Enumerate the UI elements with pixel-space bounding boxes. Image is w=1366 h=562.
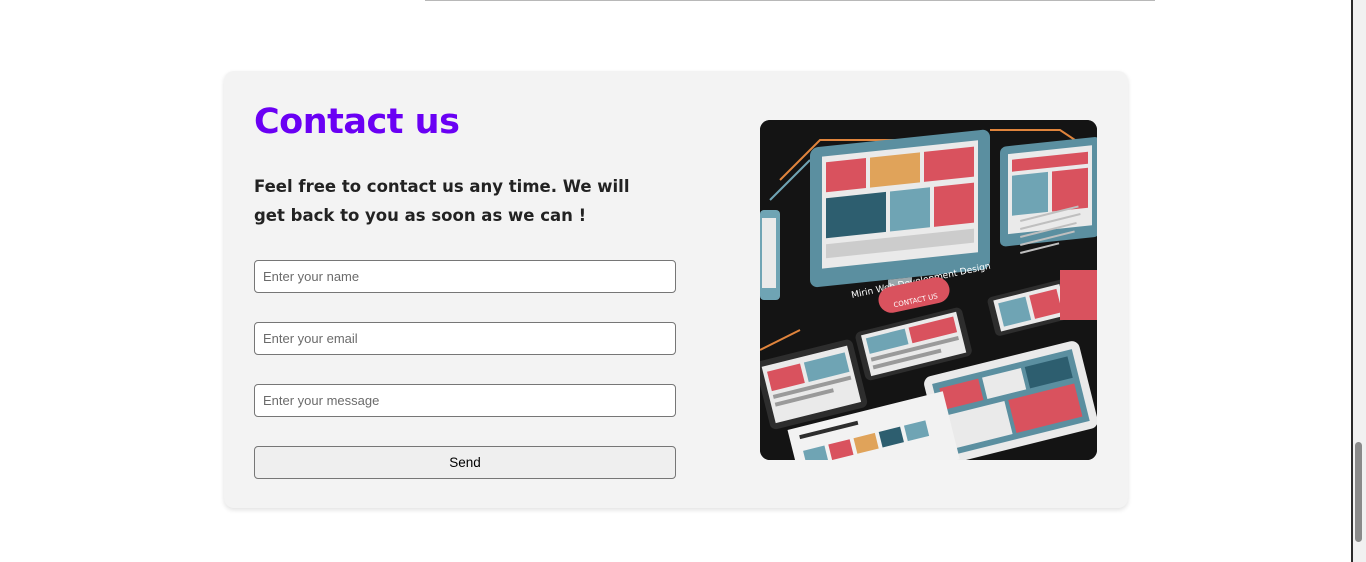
contact-card: Contact us Feel free to contact us any t… bbox=[224, 71, 1128, 508]
page-scrollbar[interactable] bbox=[1351, 0, 1366, 562]
web-design-illustration: Mirin Web Development Design CONTACT US bbox=[760, 120, 1097, 460]
contact-subtitle: Feel free to contact us any time. We wil… bbox=[254, 177, 630, 225]
name-input[interactable] bbox=[254, 260, 676, 293]
email-input[interactable] bbox=[254, 322, 676, 355]
message-input[interactable] bbox=[254, 384, 676, 417]
scrollbar-edge bbox=[1351, 0, 1353, 562]
scrollbar-thumb[interactable] bbox=[1355, 442, 1362, 542]
page-title: Contact us bbox=[254, 102, 460, 142]
top-divider bbox=[425, 0, 1155, 1]
send-button[interactable]: Send bbox=[254, 446, 676, 479]
